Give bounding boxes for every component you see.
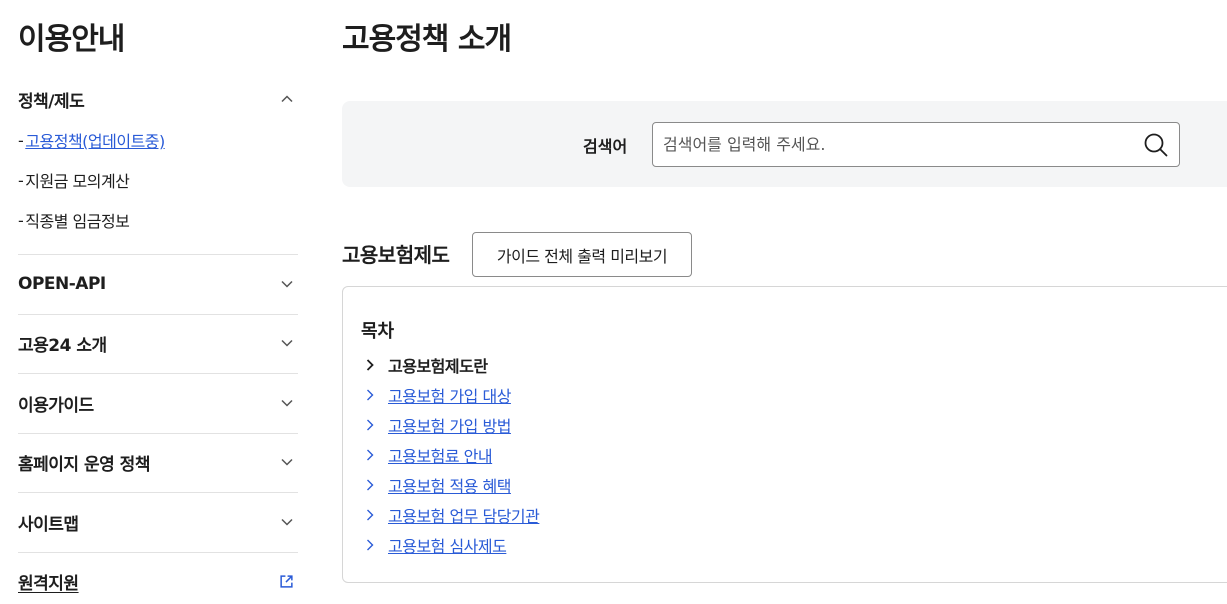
toc-item[interactable]: 고용보험 업무 담당기관	[363, 500, 540, 530]
sidebar-section-usage-guide[interactable]: 이용가이드	[18, 383, 298, 423]
chevron-down-icon	[281, 399, 293, 407]
sub-item-dash: -	[18, 170, 24, 190]
sidebar-section-about[interactable]: 고용24 소개	[18, 323, 298, 363]
sidebar-section-label: 정책/제도	[18, 91, 85, 112]
page-title: 고용정책 소개	[342, 22, 512, 57]
sidebar-section-label: OPEN-API	[18, 274, 106, 294]
chevron-down-icon	[281, 339, 293, 347]
sidebar-item-wage-info[interactable]: - 직종별 임금정보	[18, 200, 298, 240]
sidebar-section-site-policy[interactable]: 홈페이지 운영 정책	[18, 442, 298, 482]
divider	[18, 492, 298, 493]
sub-item-dash: -	[18, 130, 24, 150]
chevron-right-icon	[366, 359, 374, 371]
divider	[18, 314, 298, 315]
sidebar-section-sitemap[interactable]: 사이트맵	[18, 502, 298, 542]
toc-item[interactable]: 고용보험 심사제도	[363, 530, 539, 560]
toc-item[interactable]: 고용보험료 안내	[363, 440, 539, 470]
chevron-down-icon	[281, 518, 293, 526]
divider	[18, 254, 298, 255]
toc-item-label: 고용보험제도란	[388, 357, 488, 376]
sub-item-label: 지원금 모의계산	[25, 172, 130, 191]
sub-item-label: 직종별 임금정보	[25, 212, 130, 231]
guide-print-preview-button[interactable]: 가이드 전체 출력 미리보기	[472, 232, 692, 277]
toc-item-label: 고용보험 업무 담당기관	[388, 507, 540, 526]
sidebar-link-remote-support[interactable]: 원격지원	[18, 561, 298, 601]
toc-item-label: 고용보험 적용 혜택	[388, 477, 511, 496]
chevron-right-icon	[367, 449, 374, 461]
search-label: 검색어	[583, 137, 628, 156]
search-icon[interactable]	[1143, 132, 1169, 158]
toc-heading: 목차	[361, 321, 395, 342]
chevron-right-icon	[367, 479, 374, 491]
sidebar-section-policy[interactable]: 정책/제도	[18, 79, 298, 119]
toc-item[interactable]: 고용보험제도란	[363, 350, 539, 380]
section-title: 고용보험제도	[342, 243, 450, 267]
toc-item-label: 고용보험 가입 방법	[388, 417, 511, 436]
table-of-contents: 목차 고용보험제도란 고용보험 가입 대상 고용보험 가입 방법 고용보험료 안…	[342, 286, 1227, 583]
external-link-icon	[280, 574, 293, 588]
chevron-up-icon	[281, 95, 293, 103]
sidebar-section-label: 이용가이드	[18, 395, 94, 416]
sidebar-section-label: 사이트맵	[18, 514, 79, 535]
sub-item-label: 고용정책(업데이트중)	[25, 132, 165, 151]
sidebar-section-open-api[interactable]: OPEN-API	[18, 264, 298, 304]
chevron-right-icon	[367, 509, 374, 521]
divider	[18, 552, 298, 553]
search-input[interactable]	[663, 123, 1133, 166]
sidebar-section-label: 원격지원	[18, 573, 79, 594]
chevron-right-icon	[367, 389, 374, 401]
sidebar-item-subsidy-calculator[interactable]: - 지원금 모의계산	[18, 160, 298, 200]
sidebar-title: 이용안내	[18, 22, 125, 57]
toc-item-label: 고용보험료 안내	[388, 447, 493, 466]
divider	[18, 373, 298, 374]
chevron-right-icon	[367, 539, 374, 551]
sidebar-section-label: 홈페이지 운영 정책	[18, 454, 150, 475]
sidebar-item-employment-policy[interactable]: - 고용정책(업데이트중)	[18, 120, 298, 160]
chevron-down-icon	[281, 458, 293, 466]
divider	[18, 433, 298, 434]
sub-item-dash: -	[18, 210, 24, 230]
sidebar-sub-list: - 고용정책(업데이트중) - 지원금 모의계산 - 직종별 임금정보	[18, 120, 298, 240]
sidebar-section-label: 고용24 소개	[18, 335, 107, 356]
search-field	[652, 122, 1180, 167]
toc-list: 고용보험제도란 고용보험 가입 대상 고용보험 가입 방법 고용보험료 안내 고…	[363, 350, 540, 560]
search-panel: 검색어	[342, 101, 1227, 187]
toc-item-label: 고용보험 가입 대상	[388, 387, 511, 406]
toc-item[interactable]: 고용보험 가입 대상	[363, 380, 539, 410]
sidebar: 이용안내 정책/제도 - 고용정책(업데이트중) - 지원금 모의계산 - 직종…	[18, 0, 298, 604]
chevron-right-icon	[367, 419, 374, 431]
toc-item[interactable]: 고용보험 가입 방법	[363, 410, 539, 440]
chevron-down-icon	[281, 280, 293, 288]
toc-item[interactable]: 고용보험 적용 혜택	[363, 470, 539, 500]
toc-item-label: 고용보험 심사제도	[388, 537, 507, 556]
